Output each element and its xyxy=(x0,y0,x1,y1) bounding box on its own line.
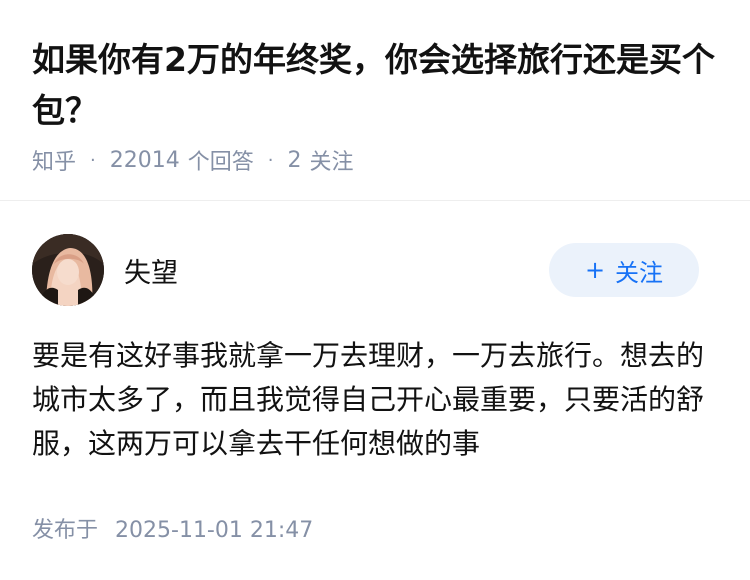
author-name[interactable]: 失望 xyxy=(124,251,178,290)
follow-button-label: 关注 xyxy=(615,258,664,287)
question-title[interactable]: 如果你有2万的年终奖，你会选择旅行还是买个包？ xyxy=(32,34,722,136)
answer-content[interactable]: 要是有这好事我就拿一万去理财，一万去旅行。想去的城市太多了，而且我觉得自己开心最… xyxy=(32,334,722,466)
author-row: 失望 + 关注 xyxy=(32,234,699,306)
question-meta: 知乎 · 22014 个回答 · 2 关注 xyxy=(32,144,354,176)
follower-count-label: 关注 xyxy=(309,150,354,175)
answer-page: 如果你有2万的年终奖，你会选择旅行还是买个包？ 知乎 · 22014 个回答 ·… xyxy=(0,0,750,580)
meta-separator: · xyxy=(267,149,274,171)
publish-label: 发布于 xyxy=(32,518,99,543)
follower-count: 2 xyxy=(287,147,302,173)
avatar[interactable] xyxy=(32,234,104,306)
plus-icon: + xyxy=(584,256,606,284)
question-header: 如果你有2万的年终奖，你会选择旅行还是买个包？ 知乎 · 22014 个回答 ·… xyxy=(0,0,750,201)
avatar-image xyxy=(32,234,104,306)
follow-button[interactable]: + 关注 xyxy=(549,243,699,297)
meta-separator: · xyxy=(90,149,96,171)
source-label[interactable]: 知乎 xyxy=(32,144,76,176)
answer-count: 22014 xyxy=(109,147,180,173)
answer-count-label: 个回答 xyxy=(187,150,254,175)
publish-time: 发布于 2025-11-01 21:47 xyxy=(32,512,313,544)
publish-date: 2025-11-01 21:47 xyxy=(115,518,314,543)
